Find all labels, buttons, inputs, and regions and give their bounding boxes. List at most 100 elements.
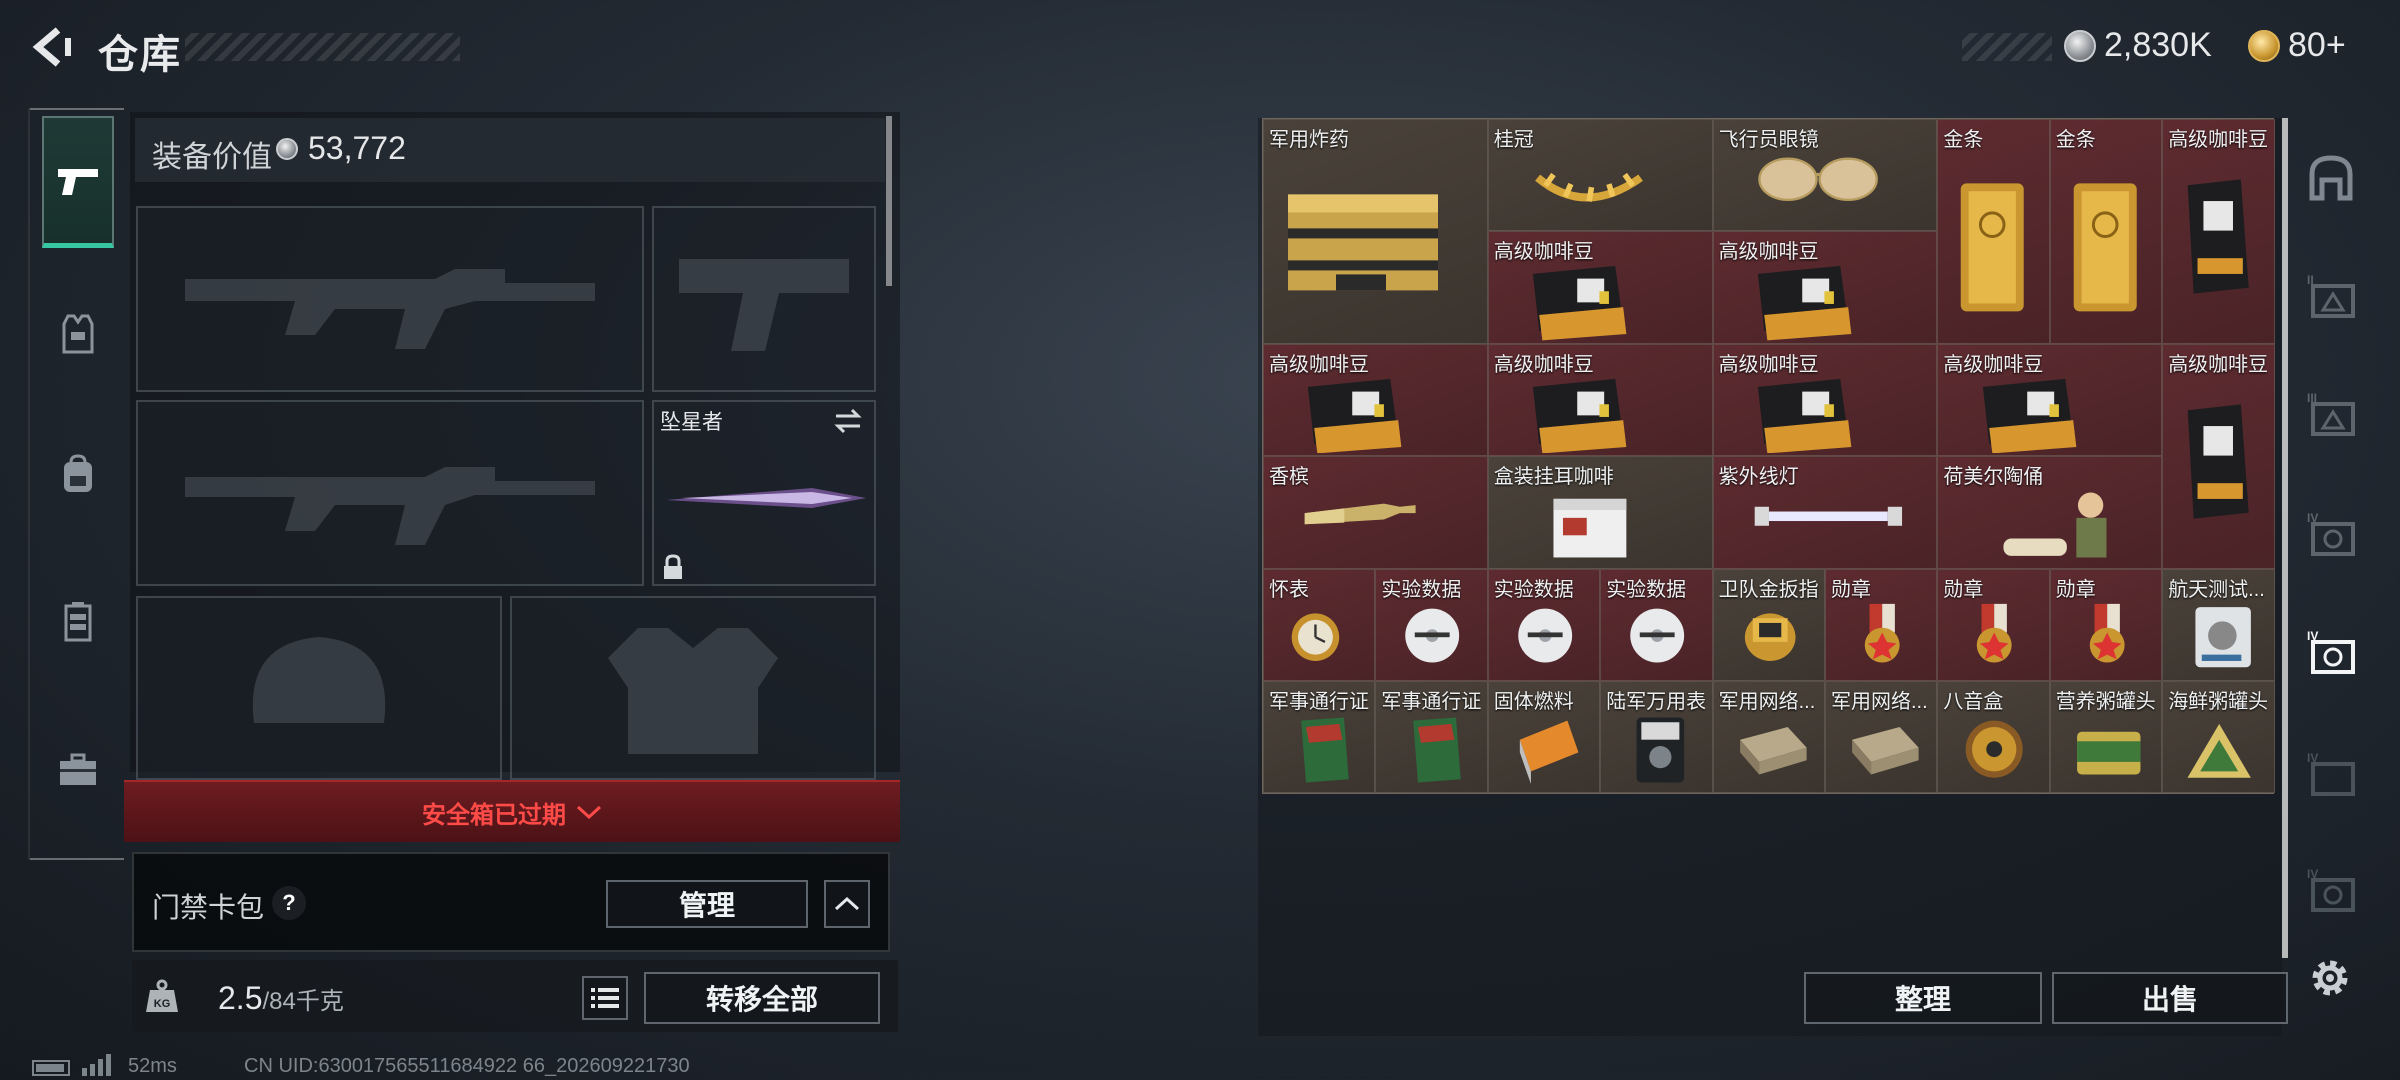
medal-icon: [2089, 603, 2125, 663]
inventory-item[interactable]: 卫队金扳指: [1712, 568, 1825, 681]
sort-button[interactable]: 整理: [1804, 972, 2042, 1024]
inventory-item[interactable]: 军事通行证: [1263, 681, 1376, 794]
settings-button[interactable]: [2304, 952, 2356, 1004]
tab-case-ii[interactable]: II: [2298, 262, 2364, 332]
device-icon: [2195, 606, 2252, 667]
melee-slot[interactable]: 坠星者: [652, 400, 876, 586]
tab-case-iv-b[interactable]: IV: [2298, 618, 2364, 688]
silver-currency: 2,830K: [2064, 26, 2212, 65]
inventory-item[interactable]: 勋章: [1825, 568, 1938, 681]
inventory-item[interactable]: 高级咖啡豆: [1263, 343, 1488, 457]
tab-case-iv-a[interactable]: IV: [2298, 500, 2364, 570]
inventory-item-label: 怀表: [1269, 578, 1309, 601]
inventory-item[interactable]: 军事通行证: [1375, 681, 1488, 794]
inventory-item[interactable]: 陆军万用表: [1600, 681, 1713, 794]
nav-item-armor[interactable]: [42, 268, 114, 400]
inventory-item[interactable]: 盒装挂耳咖啡: [1487, 456, 1713, 569]
inventory-item[interactable]: 高级咖啡豆: [2162, 343, 2275, 569]
page-title: 仓库: [98, 33, 182, 77]
inventory-item[interactable]: 高级咖啡豆: [1487, 231, 1713, 344]
gold-currency[interactable]: 80+: [2248, 26, 2346, 65]
inventory-item[interactable]: 桂冠: [1487, 119, 1713, 232]
help-icon[interactable]: ?: [272, 886, 306, 920]
helmet-slot[interactable]: [136, 596, 502, 780]
currency-decoration: [1962, 33, 2052, 61]
coffee-bag-icon: [1533, 378, 1627, 454]
inventory-item-label: 高级咖啡豆: [1493, 353, 1594, 376]
battery-icon: [32, 1060, 70, 1076]
inventory-item-label: 高级咖啡豆: [2168, 353, 2269, 376]
gold-bar-icon: [2073, 183, 2137, 312]
inventory-item[interactable]: 实验数据: [1375, 568, 1488, 681]
inventory-item[interactable]: 勋章: [1937, 568, 2050, 681]
transfer-all-button[interactable]: 转移全部: [644, 972, 880, 1024]
collapse-button[interactable]: [824, 880, 870, 928]
secondary-weapon-slot[interactable]: [136, 400, 644, 586]
toolbox-icon: [60, 753, 96, 785]
inventory-item[interactable]: 高级咖啡豆: [2162, 119, 2275, 344]
medal-icon: [1977, 603, 2013, 663]
armor-silhouette-icon: [608, 628, 778, 754]
tab-case-iv-d[interactable]: IV: [2298, 856, 2364, 926]
primary-weapon-slot[interactable]: [136, 206, 644, 392]
inventory-item-label: 八音盒: [1943, 691, 2004, 713]
inventory-item[interactable]: 香槟: [1263, 456, 1488, 569]
inventory-item[interactable]: 金条: [1937, 119, 2050, 344]
helmet-silhouette-icon: [252, 637, 386, 723]
uid-text: CN UID:630017565511684922 66_20260922173…: [244, 1055, 690, 1077]
list-view-button[interactable]: [582, 976, 628, 1020]
inventory-item-label: 卫队金扳指: [1718, 578, 1819, 601]
tab-home[interactable]: [2298, 142, 2364, 212]
nav-item-toolbox[interactable]: [42, 704, 114, 836]
inventory-item[interactable]: 固体燃料: [1487, 681, 1601, 794]
nav-item-rig[interactable]: [42, 556, 114, 688]
inventory-item[interactable]: 高级咖啡豆: [1487, 343, 1713, 457]
back-button[interactable]: [28, 24, 74, 70]
inventory-item[interactable]: 飞行员眼镜: [1712, 119, 1938, 232]
inventory-item[interactable]: 高级咖啡豆: [1937, 343, 2163, 457]
gold-bar-icon: [1961, 183, 2025, 312]
inventory-item-label: 高级咖啡豆: [1493, 241, 1594, 264]
manage-button[interactable]: 管理: [606, 880, 808, 928]
inventory-item[interactable]: 军用炸药: [1263, 119, 1488, 344]
inventory-item[interactable]: 高级咖啡豆: [1712, 343, 1938, 457]
inventory-item-label: 陆军万用表: [1606, 691, 1707, 713]
inventory-item[interactable]: 荷美尔陶俑: [1937, 456, 2163, 569]
inventory-item-label: 军用炸药: [1269, 129, 1349, 151]
swap-icon[interactable]: [832, 408, 864, 434]
inventory-item-label: 海鲜粥罐头: [2168, 691, 2269, 713]
equipment-scrollbar[interactable]: [886, 116, 892, 286]
tab-case-iv-c[interactable]: IV: [2298, 740, 2364, 810]
safe-box-status-bar[interactable]: 安全箱已过期: [124, 780, 900, 842]
nav-item-backpack[interactable]: [42, 408, 114, 540]
sidearm-slot[interactable]: [652, 206, 876, 392]
inventory-item[interactable]: 实验数据: [1600, 568, 1713, 681]
tab-case-iii[interactable]: III: [2298, 380, 2364, 450]
inventory-item[interactable]: 军用网络...: [1712, 681, 1825, 794]
porridge-can-icon: [2076, 731, 2141, 775]
uv-lamp-icon: [1754, 506, 1903, 526]
armor-slot[interactable]: [510, 596, 876, 780]
inventory-item[interactable]: 营养粥罐头: [2049, 681, 2163, 794]
carry-weight-current: 2.5: [218, 980, 263, 1016]
inventory-item[interactable]: 军用网络...: [1825, 681, 1938, 794]
inventory-item[interactable]: 高级咖啡豆: [1712, 231, 1938, 344]
silver-currency-value: 2,830K: [2104, 26, 2212, 64]
inventory-item[interactable]: 海鲜粥罐头: [2162, 681, 2275, 794]
inventory-item-label: 航天测试...: [2168, 578, 2265, 601]
inventory-item[interactable]: 怀表: [1263, 568, 1376, 681]
inventory-item[interactable]: 金条: [2049, 119, 2163, 344]
nav-item-weapons[interactable]: [42, 116, 114, 248]
inventory-item-label: 军事通行证: [1269, 691, 1369, 713]
inventory-item-label: 金条: [1943, 129, 1984, 151]
inventory-scrollbar[interactable]: [2282, 118, 2288, 958]
inventory-item[interactable]: 航天测试...: [2162, 568, 2275, 681]
coffee-bag-icon: [2187, 179, 2249, 294]
inventory-item[interactable]: 紫外线灯: [1712, 456, 1938, 569]
inventory-item-label: 香槟: [1269, 466, 1309, 489]
inventory-item[interactable]: 八音盒: [1937, 681, 2050, 794]
inventory-item-label: 勋章: [1831, 578, 1871, 601]
sell-button[interactable]: 出售: [2052, 972, 2288, 1024]
inventory-item[interactable]: 勋章: [2049, 568, 2163, 681]
inventory-item[interactable]: 实验数据: [1487, 568, 1601, 681]
